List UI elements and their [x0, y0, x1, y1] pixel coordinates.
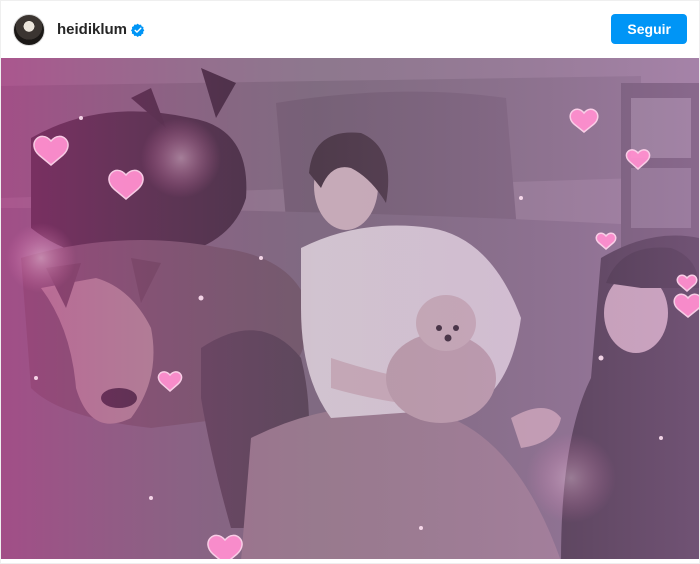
verified-badge-icon: [131, 23, 145, 37]
post-photo-art: [1, 58, 699, 561]
post-header: heidiklum Seguir: [1, 1, 699, 58]
username-link[interactable]: heidiklum: [57, 21, 127, 38]
follow-button[interactable]: Seguir: [611, 14, 687, 44]
avatar[interactable]: [13, 13, 45, 46]
instagram-post: heidiklum Seguir: [0, 0, 700, 564]
post-footer-strip: [1, 559, 699, 563]
post-photo[interactable]: [1, 58, 699, 561]
